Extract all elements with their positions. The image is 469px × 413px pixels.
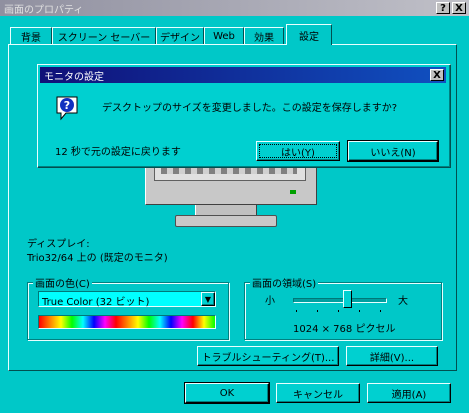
advanced-button[interactable]: 詳細(V)... — [346, 346, 438, 366]
colors-group-label: 画面の色(C) — [33, 275, 92, 290]
troubleshoot-label: トラブルシューティング(T)... — [201, 352, 335, 364]
countdown-text: 12 秒で元の設定に戻ります — [55, 147, 181, 158]
display-label: ディスプレイ: — [27, 239, 90, 250]
apply-label: 適用(A) — [391, 389, 427, 401]
dialog-title: モニタの設定 — [44, 71, 104, 83]
monitor-settings-dialog: モニタの設定 X ? デスクトップのサイズを変更しました。この設定を保存しますか… — [37, 64, 451, 168]
question-icon: ? — [55, 95, 79, 123]
chevron-down-icon[interactable]: ▼ — [201, 292, 215, 306]
slider-track — [293, 298, 387, 303]
tab-label: スクリーン セーバー — [57, 32, 151, 44]
resolution-text: 1024 × 768 ピクセル — [293, 324, 396, 335]
tab-settings[interactable]: 設定 — [286, 24, 332, 45]
tab-screensaver[interactable]: スクリーン セーバー — [52, 27, 156, 44]
color-spectrum-bar — [38, 315, 216, 329]
yes-button-label: はい(Y) — [281, 147, 315, 159]
dialog-close-button[interactable]: X — [430, 69, 444, 81]
tab-design[interactable]: デザイン — [156, 27, 204, 44]
tab-label: 効果 — [254, 32, 274, 44]
window-titlebar[interactable]: 画面のプロパティ ? X — [0, 0, 469, 16]
tab-label: Web — [213, 30, 235, 42]
slider-max-label: 大 — [398, 296, 408, 307]
svg-text:?: ? — [64, 99, 70, 112]
monitor-base — [175, 215, 277, 227]
advanced-label: 詳細(V)... — [369, 352, 415, 364]
close-button[interactable]: X — [452, 2, 466, 14]
help-button[interactable]: ? — [436, 2, 450, 14]
no-button[interactable]: いいえ(N) — [347, 140, 439, 162]
dialog-message: デスクトップのサイズを変更しました。この設定を保存しますか? — [102, 103, 398, 114]
slider-min-label: 小 — [265, 296, 275, 307]
color-depth-value: True Color (32 ビット) — [42, 297, 150, 308]
monitor-stand — [195, 205, 257, 215]
apply-button[interactable]: 適用(A) — [367, 383, 451, 403]
cancel-label: キャンセル — [293, 389, 343, 401]
tab-effects[interactable]: 効果 — [244, 27, 284, 44]
resolution-slider[interactable] — [293, 290, 387, 312]
ok-button[interactable]: OK — [184, 382, 270, 404]
screen-area-group-label: 画面の領域(S) — [250, 275, 319, 290]
window-title: 画面のプロパティ — [4, 4, 84, 16]
tab-web[interactable]: Web — [204, 27, 244, 44]
slider-ticks — [296, 310, 382, 312]
display-value: Trio32/64 上の (既定のモニタ) — [27, 253, 168, 264]
tab-label: デザイン — [160, 32, 200, 44]
troubleshoot-button[interactable]: トラブルシューティング(T)... — [197, 346, 339, 366]
no-button-label: いいえ(N) — [370, 147, 416, 159]
color-depth-select[interactable]: True Color (32 ビット) ▼ — [38, 291, 216, 308]
tab-label: 背景 — [21, 32, 41, 44]
cancel-button[interactable]: キャンセル — [276, 383, 360, 403]
yes-button[interactable]: はい(Y) — [256, 141, 340, 161]
monitor-power-led — [290, 190, 296, 194]
slider-thumb[interactable] — [343, 290, 352, 308]
ok-label: OK — [219, 387, 235, 399]
tab-background[interactable]: 背景 — [10, 27, 52, 44]
tab-label: 設定 — [299, 31, 319, 43]
dialog-titlebar[interactable]: モニタの設定 X — [40, 67, 446, 83]
